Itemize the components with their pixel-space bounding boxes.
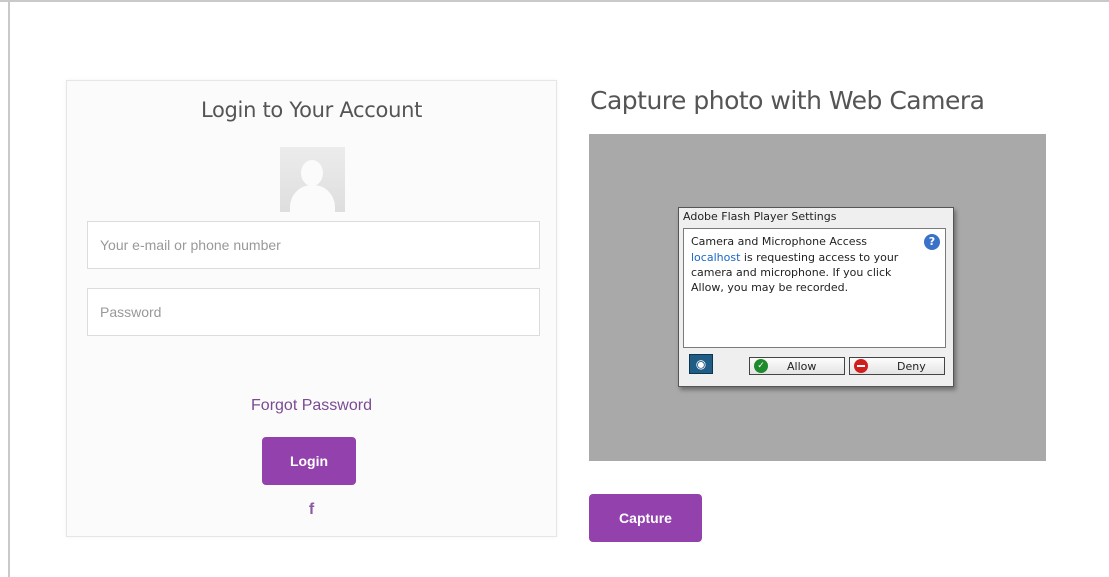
window-frame-left xyxy=(8,0,10,577)
user-avatar-icon xyxy=(280,147,345,212)
flash-dialog-heading: Camera and Microphone Access xyxy=(691,235,868,248)
flash-dialog-title: Adobe Flash Player Settings xyxy=(683,210,837,223)
allow-check-icon: ✓ xyxy=(754,359,768,373)
flash-dialog-body: Camera and Microphone Access localhost i… xyxy=(683,228,946,348)
capture-button[interactable]: Capture xyxy=(589,494,702,542)
help-icon[interactable]: ? xyxy=(924,234,940,250)
email-field[interactable] xyxy=(87,221,540,269)
facebook-icon[interactable]: f xyxy=(67,501,556,519)
flash-dialog-footer: ◉ ✓ Allow Deny xyxy=(683,351,946,379)
password-field[interactable] xyxy=(87,288,540,336)
camera-title: Capture photo with Web Camera xyxy=(590,86,985,115)
allow-button[interactable]: ✓ Allow xyxy=(749,357,845,375)
deny-icon xyxy=(854,359,868,373)
allow-label: Allow xyxy=(787,360,817,373)
localhost-link[interactable]: localhost xyxy=(691,251,740,264)
deny-label: Deny xyxy=(897,360,926,373)
window-frame-top xyxy=(0,0,1109,2)
avatar-head xyxy=(301,160,323,186)
avatar-body xyxy=(290,185,335,212)
webcam-icon[interactable]: ◉ xyxy=(689,354,713,374)
login-card: Login to Your Account Forgot Password Lo… xyxy=(66,80,557,537)
camera-preview: Adobe Flash Player Settings Camera and M… xyxy=(589,134,1046,461)
login-title: Login to Your Account xyxy=(200,98,423,122)
flash-settings-dialog: Adobe Flash Player Settings Camera and M… xyxy=(678,207,954,387)
forgot-password-link[interactable]: Forgot Password xyxy=(67,397,556,415)
flash-dialog-message: localhost is requesting access to your c… xyxy=(691,250,921,295)
login-button[interactable]: Login xyxy=(262,437,356,485)
deny-button[interactable]: Deny xyxy=(849,357,945,375)
